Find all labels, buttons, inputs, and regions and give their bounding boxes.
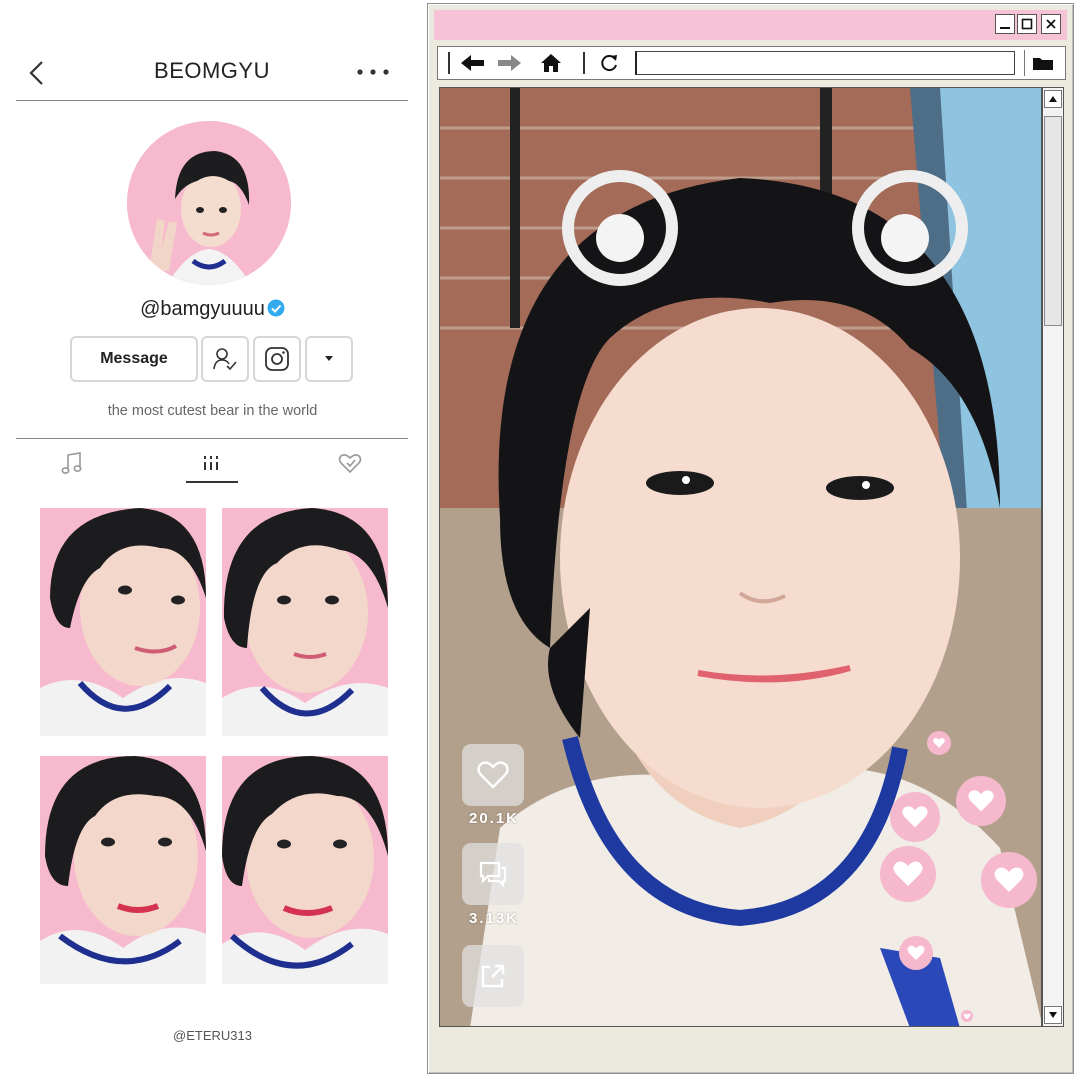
- close-icon: [1046, 19, 1056, 29]
- scroll-up-icon: [1049, 96, 1057, 102]
- scroll-down-icon: [1049, 1012, 1057, 1018]
- home-button[interactable]: [536, 50, 566, 76]
- folder-icon: [1033, 58, 1053, 70]
- refresh-button[interactable]: [594, 50, 624, 76]
- photo-thumbnail: [40, 508, 206, 736]
- avatar[interactable]: [127, 121, 291, 285]
- floating-heart-icon: [961, 1010, 973, 1022]
- profile-handle: @bamgyuuuu: [140, 298, 265, 320]
- user-check-icon: [213, 348, 237, 371]
- maximize-icon: [1021, 18, 1033, 30]
- instagram-icon: [265, 347, 289, 371]
- window-titlebar[interactable]: [434, 10, 1067, 40]
- close-button[interactable]: [1041, 14, 1061, 34]
- liked-heart-icon: [338, 454, 362, 474]
- tab-liked[interactable]: [330, 447, 370, 479]
- arrow-left-icon: [461, 55, 484, 71]
- more-dropdown-button[interactable]: [305, 336, 353, 382]
- floating-heart-icon: [981, 852, 1037, 908]
- grid-photo-1[interactable]: [40, 508, 206, 736]
- like-button[interactable]: [462, 744, 524, 806]
- minimize-button[interactable]: [995, 14, 1015, 34]
- photo-thumbnail: [222, 508, 388, 736]
- comment-count: 3.13K: [468, 910, 520, 927]
- profile-header: BEOMGYU: [16, 40, 408, 101]
- scroll-thumb[interactable]: [1044, 116, 1062, 326]
- forward-nav-button[interactable]: [494, 50, 524, 76]
- music-note-icon: [61, 452, 82, 474]
- share-button[interactable]: [462, 945, 524, 1007]
- refresh-icon: [601, 55, 617, 72]
- comment-button[interactable]: [462, 843, 524, 905]
- verified-badge-icon: [267, 299, 285, 317]
- photo-thumbnail: [222, 756, 388, 984]
- heart-icon: [477, 761, 509, 789]
- avatar-illustration: [127, 121, 291, 285]
- instagram-button[interactable]: [253, 336, 301, 382]
- photo-thumbnail: [40, 756, 206, 984]
- video-viewport[interactable]: 20.1K 3.13K: [439, 87, 1042, 1027]
- share-icon: [481, 964, 505, 988]
- vertical-scrollbar[interactable]: [1042, 87, 1064, 1027]
- scroll-up-button[interactable]: [1044, 90, 1062, 108]
- floating-heart-icon: [880, 846, 936, 902]
- floating-heart-icon: [927, 731, 951, 755]
- like-count: 20.1K: [468, 810, 520, 827]
- toolbar-separator: [583, 52, 585, 74]
- address-bar[interactable]: [635, 51, 1015, 75]
- minimize-icon: [1000, 27, 1010, 29]
- arrow-right-icon: [498, 55, 521, 71]
- home-icon: [541, 54, 561, 72]
- browser-window: 20.1K 3.13K: [427, 3, 1074, 1074]
- watermark: @ETERU313: [173, 1028, 252, 1043]
- following-button[interactable]: [201, 336, 249, 382]
- grid-icon: [204, 456, 218, 470]
- tab-music[interactable]: [52, 447, 92, 479]
- folder-button[interactable]: [1024, 50, 1061, 76]
- video-frame: [440, 88, 1041, 1026]
- comment-icon: [479, 861, 507, 888]
- tab-grid[interactable]: [191, 447, 231, 479]
- back-nav-button[interactable]: [458, 50, 488, 76]
- floating-heart-icon: [956, 776, 1006, 826]
- grid-photo-3[interactable]: [40, 756, 206, 984]
- browser-toolbar: [437, 46, 1066, 80]
- grid-photo-2[interactable]: [222, 508, 388, 736]
- grid-photo-4[interactable]: [222, 756, 388, 984]
- profile-title: BEOMGYU: [154, 58, 270, 83]
- floating-heart-icon: [890, 792, 940, 842]
- more-options-icon[interactable]: [356, 67, 390, 77]
- caret-down-icon: [325, 356, 333, 361]
- scroll-down-button[interactable]: [1044, 1006, 1062, 1024]
- profile-tabs: [16, 438, 408, 485]
- active-tab-underline: [186, 481, 238, 483]
- toolbar-separator: [448, 52, 450, 74]
- profile-panel: BEOMGYU @bamgyuuuu Message the most cute…: [0, 0, 425, 1080]
- handle-row: @bamgyuuuu: [0, 298, 425, 321]
- maximize-button[interactable]: [1017, 14, 1037, 34]
- profile-bio: the most cutest bear in the world: [107, 403, 318, 419]
- floating-heart-icon: [899, 936, 933, 970]
- message-button[interactable]: Message: [70, 336, 198, 382]
